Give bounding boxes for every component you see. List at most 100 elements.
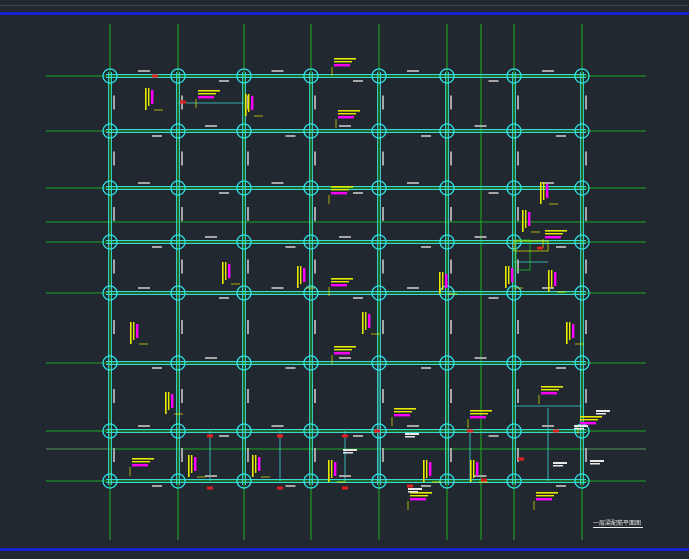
annotation-text	[470, 413, 488, 415]
beam-label-mark	[314, 259, 316, 274]
beam-label-mark	[382, 448, 384, 462]
beam-label-mark	[556, 246, 566, 248]
beam-label-mark	[474, 357, 487, 359]
beam-label-mark	[152, 485, 162, 487]
beam-label-mark	[382, 320, 384, 334]
beam-label-mark	[314, 320, 316, 334]
text-label	[343, 452, 353, 454]
beam-label-mark	[585, 151, 587, 166]
beam-label-mark	[285, 135, 296, 137]
annotation-highlight	[541, 392, 557, 395]
red-marker	[537, 246, 543, 250]
annotation-highlight	[545, 236, 561, 239]
annotation-highlight	[334, 64, 350, 67]
annotation-text	[426, 460, 428, 478]
annotation-text	[222, 262, 224, 284]
beam-label-mark	[353, 297, 363, 299]
annotation-text	[536, 492, 558, 494]
annotation-text	[470, 460, 472, 482]
text-label	[553, 462, 567, 464]
annotation-highlight	[251, 96, 254, 110]
beam-label-mark	[474, 125, 487, 127]
beam-label-mark	[421, 135, 431, 137]
annotation-text	[338, 113, 356, 115]
annotation-text	[410, 495, 428, 497]
beam-label-mark	[247, 207, 249, 221]
beam-label-mark	[421, 485, 431, 487]
annotation-text	[133, 322, 135, 340]
beam-label-mark	[585, 320, 587, 334]
annotation-highlight	[334, 352, 350, 355]
annotation-highlight	[410, 498, 426, 501]
red-marker	[407, 484, 413, 488]
annotation-text	[541, 389, 559, 391]
annotation-text	[331, 460, 333, 478]
beam-label-mark	[247, 259, 249, 274]
annotation-text	[473, 460, 475, 478]
beam-label-mark	[488, 435, 499, 437]
beam-label-mark	[285, 485, 296, 487]
beam-label-mark	[517, 207, 519, 221]
text-label	[596, 410, 610, 412]
annotation-text	[328, 460, 330, 482]
annotation-highlight	[536, 498, 552, 501]
beam-label-mark	[271, 425, 284, 427]
beam-label-mark	[113, 95, 115, 110]
beam-label-mark	[542, 70, 554, 72]
annotation-highlight	[580, 422, 596, 425]
beam-label-mark	[113, 448, 115, 462]
beam-label-mark	[450, 207, 452, 221]
annotation-text	[334, 61, 352, 63]
text-label	[574, 428, 584, 430]
annotation-highlight	[132, 464, 148, 467]
beam-label-mark	[152, 367, 162, 369]
annotation-text	[331, 278, 353, 280]
beam-label-mark	[382, 207, 384, 221]
beam-label-mark	[556, 367, 566, 369]
beam-label-mark	[285, 367, 296, 369]
annotation-text	[365, 312, 367, 330]
beam-label-mark	[271, 287, 284, 289]
annotation-text	[338, 110, 360, 112]
beam-label-mark	[517, 259, 519, 274]
annotation-highlight	[368, 314, 371, 328]
red-marker	[481, 478, 487, 482]
annotation-text	[442, 272, 444, 290]
annotation-text	[145, 88, 147, 110]
text-label	[405, 433, 419, 435]
beam-label-mark	[113, 320, 115, 334]
annotation-text	[331, 281, 349, 283]
text-label	[553, 465, 563, 467]
red-marker	[374, 429, 380, 433]
beam-label-mark	[314, 389, 316, 403]
beam-label-mark	[205, 125, 217, 127]
annotation-text	[540, 182, 542, 204]
beam-label-mark	[181, 389, 183, 403]
red-marker	[518, 457, 524, 461]
annotation-text	[551, 270, 553, 288]
beam-label-mark	[382, 151, 384, 166]
annotation-highlight	[334, 462, 337, 476]
beam-label-mark	[407, 287, 419, 289]
beam-label-mark	[138, 287, 150, 289]
annotation-text	[198, 90, 220, 92]
beam-label-mark	[339, 475, 351, 477]
text-label	[408, 488, 422, 490]
beam-label-mark	[585, 259, 587, 274]
red-marker	[277, 434, 283, 438]
annotation-highlight	[194, 457, 197, 471]
beam-label-mark	[382, 389, 384, 403]
annotation-text	[148, 88, 150, 106]
beam-label-mark	[247, 389, 249, 403]
annotation-highlight	[171, 394, 174, 408]
beam-layout-drawing[interactable]	[0, 0, 689, 559]
beam-label-mark	[585, 95, 587, 110]
annotation-text	[580, 416, 602, 418]
annotation-highlight	[331, 284, 347, 287]
annotation-highlight	[394, 414, 410, 417]
beam-label-mark	[407, 182, 419, 184]
beam-label-mark	[113, 389, 115, 403]
annotation-text	[165, 392, 167, 414]
annotation-text	[248, 94, 250, 112]
annotation-highlight	[554, 272, 557, 286]
